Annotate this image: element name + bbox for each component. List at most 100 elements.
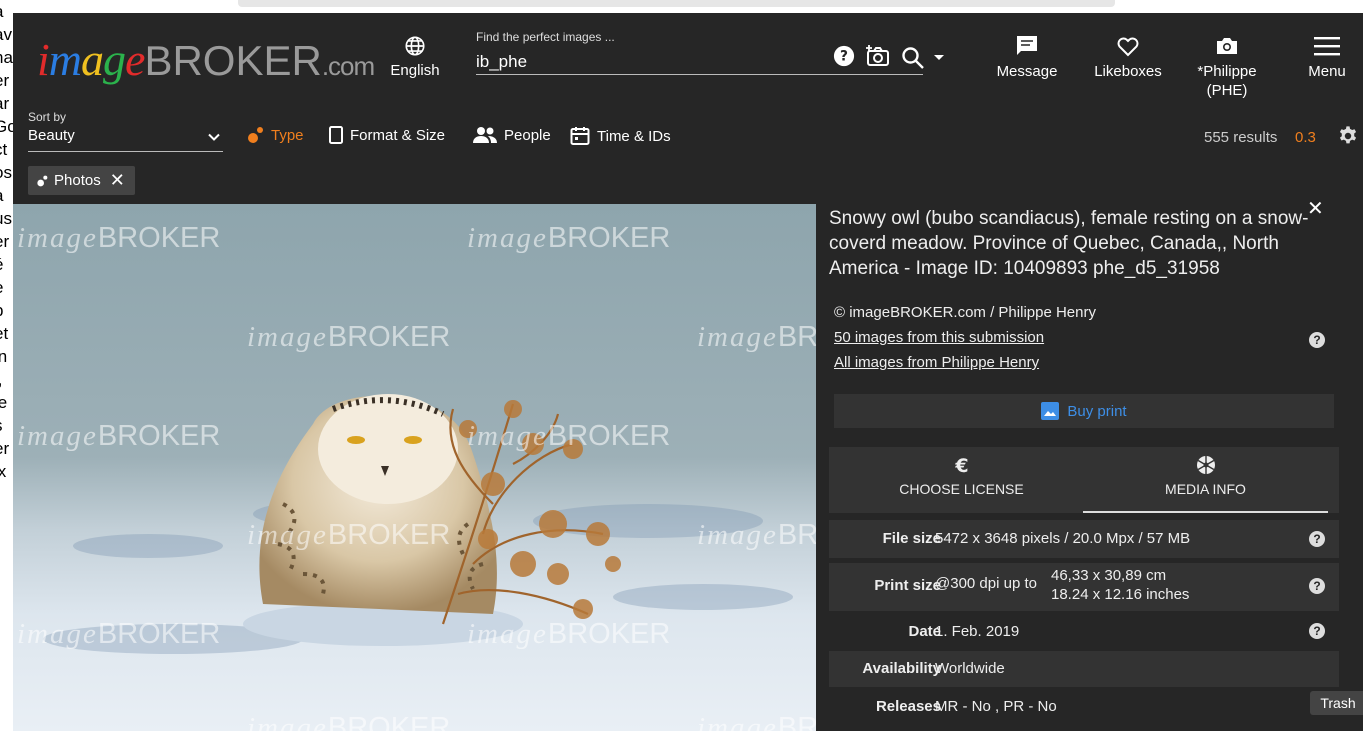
background-text-fragment: le bbox=[0, 393, 8, 412]
logo[interactable]: imageBROKER.com bbox=[37, 34, 375, 85]
watermark: imageBROKER bbox=[247, 519, 451, 551]
preview-image[interactable]: imageBROKER imageBROKER imageBROKER imag… bbox=[13, 204, 816, 731]
help-icon[interactable]: ? bbox=[1309, 332, 1325, 348]
background-text-fragment: ar bbox=[0, 94, 10, 113]
background-text-fragment: e bbox=[0, 276, 13, 299]
submission-link[interactable]: 50 images from this submission bbox=[834, 329, 1044, 346]
filter-people-label: People bbox=[504, 126, 551, 144]
watermark: imageBROKER bbox=[467, 618, 671, 650]
watermark: imageBROKER bbox=[697, 321, 816, 353]
filter-format-size[interactable]: Format & Size bbox=[329, 126, 445, 144]
language-label: English bbox=[390, 62, 440, 79]
menu-button[interactable]: Menu bbox=[1299, 34, 1355, 81]
author-link[interactable]: All images from Philippe Henry bbox=[834, 354, 1039, 371]
active-filter-chip[interactable]: Photos ✕ bbox=[28, 166, 135, 195]
logo-letter: a bbox=[81, 34, 104, 85]
help-icon[interactable]: ? bbox=[1309, 623, 1325, 639]
account-button[interactable]: *Philippe (PHE) bbox=[1189, 34, 1265, 100]
close-icon[interactable]: ✕ bbox=[110, 170, 125, 191]
image-broker-app: imageBROKER.com English Find the perfect… bbox=[13, 13, 1363, 731]
buy-print-button[interactable]: Buy print bbox=[834, 394, 1334, 428]
menu-label: Menu bbox=[1308, 63, 1346, 80]
logo-com-text: .com bbox=[321, 51, 375, 81]
background-text-fragment: é bbox=[0, 253, 13, 276]
sort-value: Beauty bbox=[28, 127, 75, 144]
hamburger-icon bbox=[1314, 37, 1340, 56]
tab-choose-license-label: CHOOSE LICENSE bbox=[899, 481, 1024, 497]
tab-choose-license[interactable]: € CHOOSE LICENSE bbox=[839, 447, 1084, 513]
detail-tabs: € CHOOSE LICENSE MEDIA INFO bbox=[829, 447, 1339, 513]
globe-icon bbox=[405, 36, 425, 56]
search-input[interactable] bbox=[476, 49, 923, 75]
releases-value: MR - No , PR - No bbox=[935, 698, 1057, 715]
buy-print-label: Buy print bbox=[1067, 402, 1127, 420]
calendar-icon bbox=[570, 127, 590, 145]
account-code: (PHE) bbox=[1206, 82, 1248, 99]
releases-key: Releases bbox=[875, 698, 941, 715]
date-value: 1. Feb. 2019 bbox=[935, 623, 1020, 640]
info-row-date: Date 1. Feb. 2019 ? bbox=[829, 615, 1339, 649]
filter-type-label: Type bbox=[271, 126, 304, 144]
help-icon[interactable]: ? bbox=[1309, 578, 1325, 594]
search-label: Find the perfect images ... bbox=[476, 30, 615, 44]
people-icon bbox=[473, 127, 497, 143]
watermark: imageBROKER bbox=[467, 420, 671, 452]
message-icon bbox=[1017, 36, 1037, 55]
filter-type[interactable]: Type bbox=[246, 126, 304, 144]
likeboxes-button[interactable]: Likeboxes bbox=[1088, 34, 1168, 81]
browser-tab-pill bbox=[238, 0, 1115, 7]
info-row-releases: Releases MR - No , PR - No bbox=[829, 689, 1339, 725]
watermark: imageBROKER bbox=[17, 420, 221, 452]
image-title: Snowy owl (bubo scandiacus), female rest… bbox=[829, 208, 1309, 279]
print-size-key: Print size bbox=[874, 577, 941, 594]
background-text-fragment: i, bbox=[0, 368, 13, 391]
format-icon bbox=[329, 126, 343, 144]
background-text-fragment: er bbox=[0, 71, 10, 90]
results-count: 555 results bbox=[1204, 129, 1278, 146]
language-button[interactable]: English bbox=[387, 35, 443, 80]
watermark: imageBROKER bbox=[247, 321, 451, 353]
file-size-value: 5472 x 3648 pixels / 20.0 Mpx / 57 MB bbox=[935, 530, 1191, 547]
gear-icon[interactable] bbox=[1337, 125, 1359, 147]
background-text-fragment: a bbox=[0, 184, 13, 207]
image-credit: © imageBROKER.com / Philippe Henry bbox=[834, 304, 1096, 321]
owl-illustration bbox=[243, 394, 621, 646]
search-icon[interactable] bbox=[901, 46, 925, 70]
logo-letter: e bbox=[125, 34, 145, 85]
search-options-caret-icon[interactable] bbox=[933, 54, 945, 62]
message-button[interactable]: Message bbox=[990, 34, 1064, 81]
camera-search-icon[interactable] bbox=[865, 43, 891, 69]
background-text-fragment: os bbox=[0, 163, 12, 182]
help-icon[interactable]: ? bbox=[833, 45, 855, 67]
filter-time-ids[interactable]: Time & IDs bbox=[570, 126, 671, 146]
type-dots-icon bbox=[248, 127, 263, 143]
availability-key: Availability bbox=[862, 660, 941, 677]
svg-text:?: ? bbox=[840, 49, 848, 65]
tab-media-info-label: MEDIA INFO bbox=[1165, 481, 1246, 497]
background-text-fragment: in bbox=[0, 347, 8, 366]
filter-people[interactable]: People bbox=[473, 126, 551, 144]
logo-letter: i bbox=[37, 34, 50, 85]
logo-broker-text: BROKER bbox=[144, 37, 322, 84]
watermark: imageBROKER bbox=[17, 618, 221, 650]
likeboxes-label: Likeboxes bbox=[1094, 63, 1162, 80]
logo-letter: g bbox=[103, 34, 126, 85]
camera-icon bbox=[1217, 38, 1237, 54]
help-icon[interactable]: ? bbox=[1309, 531, 1325, 547]
logo-image-text: image bbox=[37, 34, 145, 85]
euro-icon: € bbox=[954, 455, 968, 475]
sort-label: Sort by bbox=[28, 110, 67, 124]
watermark: imageBROKER bbox=[697, 519, 816, 551]
background-text-fragment: us bbox=[0, 209, 12, 228]
background-text-fragment: a bbox=[0, 0, 13, 23]
tab-media-info[interactable]: MEDIA INFO bbox=[1083, 447, 1328, 513]
background-text-fragment: ha bbox=[0, 48, 13, 67]
active-filter-label: Photos bbox=[54, 172, 101, 189]
picture-icon bbox=[1041, 402, 1060, 420]
availability-value: Worldwide bbox=[935, 660, 1005, 677]
sort-select[interactable]: Beauty bbox=[28, 127, 223, 152]
print-size-inches: 18.24 x 12.16 inches bbox=[1051, 586, 1190, 603]
background-text-fragment: er bbox=[0, 232, 10, 251]
browser-top-strip bbox=[13, 0, 1363, 13]
background-text-fragment: et bbox=[0, 324, 9, 343]
